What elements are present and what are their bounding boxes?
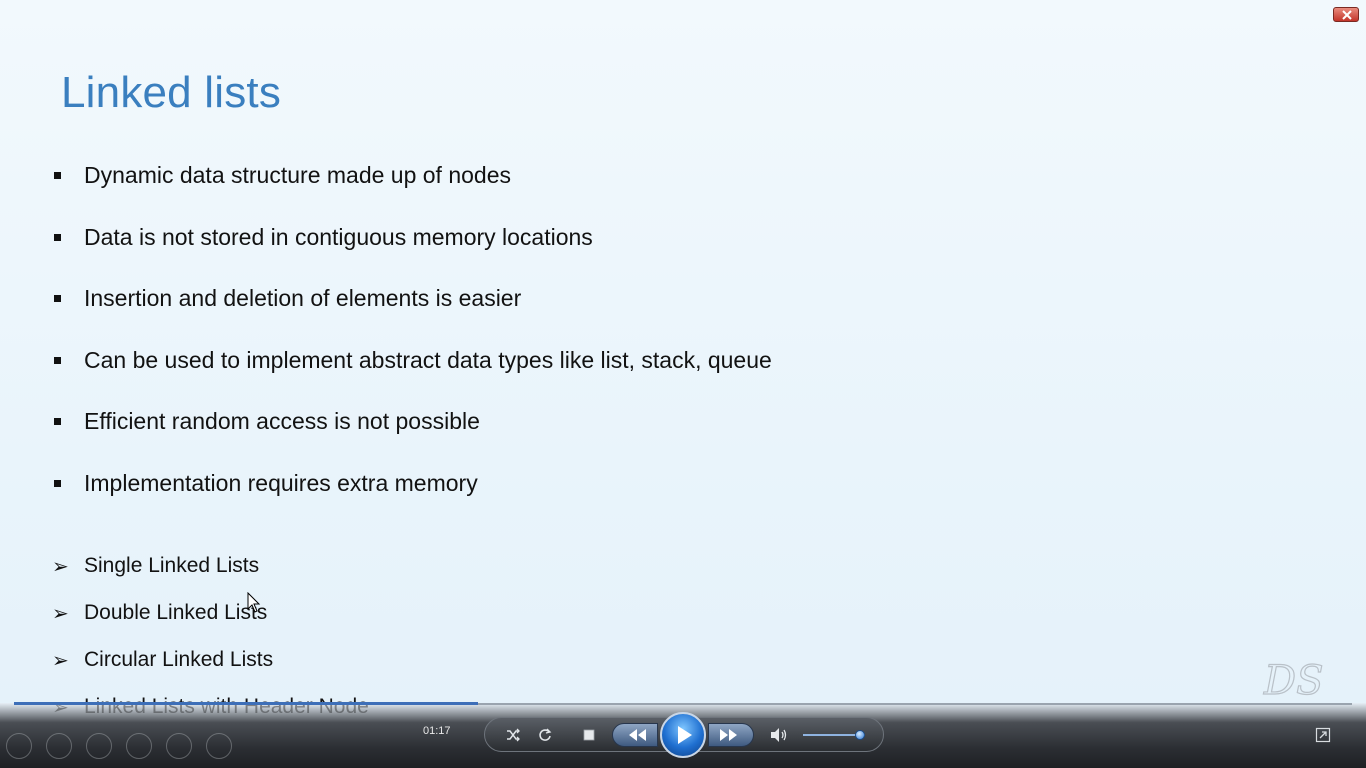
- close-icon: [1342, 10, 1352, 20]
- stop-button[interactable]: [582, 728, 596, 747]
- zoom-icon: [166, 733, 192, 759]
- bullet-text: Dynamic data structure made up of nodes: [84, 162, 512, 188]
- faded-toolbar: [6, 733, 246, 764]
- switch-to-library-icon: [1315, 727, 1331, 743]
- square-bullet-icon: [54, 172, 61, 179]
- more-icon: [206, 733, 232, 759]
- arrow-bullet-icon: ➢: [52, 554, 69, 578]
- slide-title: Linked lists: [61, 68, 282, 117]
- play-button[interactable]: [660, 712, 706, 758]
- repeat-button[interactable]: [537, 727, 553, 748]
- square-bullet-icon: [54, 233, 61, 241]
- square-bullet-icon: [54, 479, 61, 487]
- logo-text: DS: [1263, 658, 1323, 700]
- shuffle-icon: [507, 728, 520, 742]
- shuffle-button[interactable]: [505, 727, 521, 748]
- square-bullet-icon: [54, 356, 61, 364]
- volume-knob[interactable]: [855, 730, 865, 740]
- type-text: Circular Linked Lists: [84, 648, 274, 671]
- next-icon: [720, 729, 737, 741]
- ds-logo: DS: [1262, 656, 1334, 705]
- previous-button[interactable]: [612, 723, 658, 747]
- slide: Linked lists Dynamic data structure made…: [0, 0, 1366, 719]
- mouse-cursor-icon: [247, 591, 261, 619]
- type-text: Single Linked Lists: [84, 554, 260, 577]
- back-icon: [6, 733, 32, 759]
- arrow-bullet-icon: ➢: [52, 648, 69, 672]
- type-text: Double Linked Lists: [84, 601, 268, 624]
- close-button[interactable]: [1333, 7, 1359, 22]
- arrow-bullet-icon: ➢: [52, 601, 69, 625]
- speaker-icon: [771, 728, 787, 742]
- bullet-text: Efficient random access is not possible: [84, 408, 480, 434]
- grid-icon: [126, 733, 152, 759]
- switch-to-library-button[interactable]: [1315, 727, 1331, 748]
- pen-icon: [86, 733, 112, 759]
- bullet-text: Data is not stored in contiguous memory …: [84, 223, 593, 250]
- mute-button[interactable]: [769, 726, 789, 749]
- seek-progress: [14, 702, 478, 705]
- bullet-text: Implementation requires extra memory: [84, 469, 478, 496]
- square-bullet-icon: [54, 418, 61, 425]
- square-bullet-icon: [54, 295, 61, 302]
- repeat-icon: [539, 728, 552, 741]
- next-button[interactable]: [708, 723, 754, 747]
- elapsed-time: 01:17: [423, 725, 451, 737]
- bullet-text: Can be used to implement abstract data t…: [84, 346, 772, 373]
- stop-icon: [583, 729, 595, 741]
- bullet-text: Insertion and deletion of elements is ea…: [84, 285, 522, 311]
- play-icon: [678, 726, 692, 744]
- forward-icon: [46, 733, 72, 759]
- previous-icon: [629, 729, 646, 741]
